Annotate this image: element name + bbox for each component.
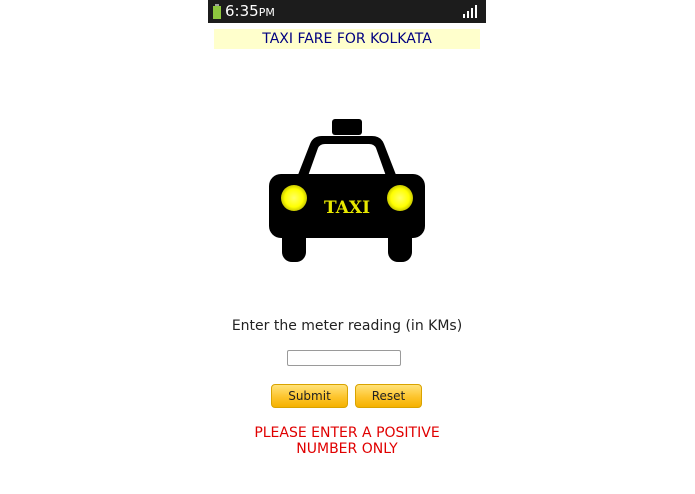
taxi-icon: TAXI — [269, 119, 425, 262]
screen: 6:35PM TAXI FARE FOR KOLKATA TAXI Enter … — [0, 0, 695, 494]
status-time: 6:35PM — [225, 2, 275, 22]
submit-button[interactable]: Submit — [271, 384, 348, 408]
reset-button[interactable]: Reset — [355, 384, 422, 408]
status-time-value: 6:35 — [225, 2, 259, 20]
status-bar: 6:35PM — [208, 0, 486, 23]
signal-icon — [463, 5, 477, 18]
battery-icon — [213, 4, 221, 19]
error-message: PLEASE ENTER A POSITIVE NUMBER ONLY — [254, 425, 440, 457]
page-title: TAXI FARE FOR KOLKATA — [214, 29, 480, 49]
taxi-sign-text: TAXI — [324, 198, 370, 218]
meter-reading-label: Enter the meter reading (in KMs) — [231, 318, 463, 334]
status-time-ampm: PM — [258, 6, 275, 19]
app-screen: 6:35PM TAXI FARE FOR KOLKATA TAXI Enter … — [208, 0, 486, 494]
meter-reading-input[interactable] — [287, 350, 401, 366]
